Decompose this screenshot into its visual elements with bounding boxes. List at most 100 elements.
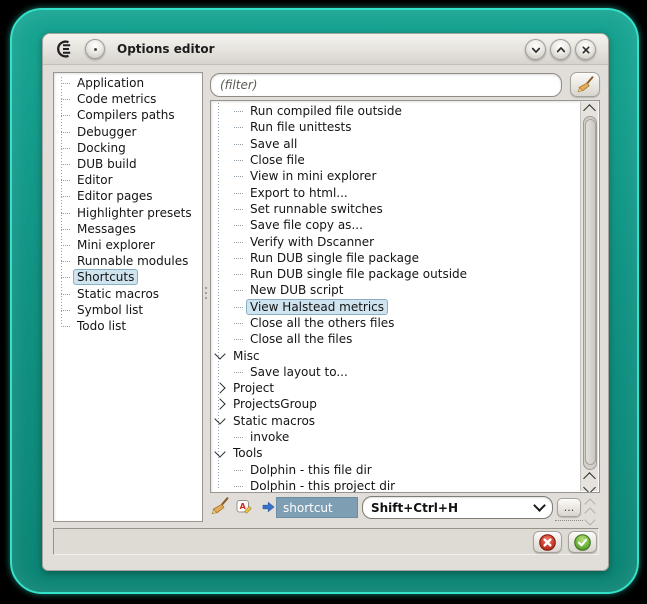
clear-filter-button[interactable] (570, 72, 600, 97)
edit-shortcut-button[interactable]: A (236, 498, 252, 514)
tree-guide-line (61, 77, 62, 329)
window-menu-icon (94, 48, 97, 51)
shortcut-item-label: Save layout to... (246, 364, 352, 380)
shortcut-item-run-dub-single-file-package-outside[interactable]: Run DUB single file package outside (211, 266, 580, 282)
title-bar[interactable]: Options editor (43, 34, 608, 65)
shortcut-item-view-in-mini-explorer[interactable]: View in mini explorer (211, 168, 580, 184)
shortcut-item-verify-with-dscanner[interactable]: Verify with Dscanner (211, 233, 580, 249)
shortcut-item-dolphin-this-project-dir[interactable]: Dolphin - this project dir (211, 478, 580, 493)
sidebar-item-runnable-modules[interactable]: Runnable modules (54, 253, 202, 269)
collapse-chevron-icon[interactable] (214, 414, 225, 425)
sidebar-item-code-metrics[interactable]: Code metrics (54, 91, 202, 107)
splitter-handle[interactable] (203, 282, 208, 304)
shortcut-item-invoke[interactable]: invoke (211, 429, 580, 445)
collapse-chevron-icon[interactable] (214, 446, 225, 457)
roll-down-button[interactable] (525, 39, 546, 60)
status-bar (53, 528, 599, 555)
shortcut-item-run-dub-single-file-package[interactable]: Run DUB single file package (211, 250, 580, 266)
shortcut-group-static-macros[interactable]: Static macros (211, 413, 580, 429)
sidebar-item-messages[interactable]: Messages (54, 221, 202, 237)
sidebar-item-compilers-paths[interactable]: Compilers paths (54, 107, 202, 123)
shortcut-item-label: Set runnable switches (246, 201, 387, 217)
shortcut-item-label: Dolphin - this file dir (246, 462, 376, 478)
options-editor-window: Options editor ApplicationCode metricsCo… (42, 33, 609, 571)
tree-branch-line (234, 289, 243, 291)
shortcut-item-label: Export to html... (246, 185, 352, 201)
red-cross-icon (539, 534, 556, 551)
cancel-button[interactable] (533, 531, 562, 553)
desktop-background: { "window": { "title": "Options editor",… (0, 0, 647, 604)
window-title: Options editor (117, 34, 215, 64)
shortcut-item-export-to-html[interactable]: Export to html... (211, 184, 580, 200)
close-button[interactable] (575, 39, 596, 60)
shortcut-item-label: Close file (246, 152, 309, 168)
shortcut-group-tools[interactable]: Tools (211, 445, 580, 461)
scroll-down-icon[interactable] (583, 481, 596, 493)
sidebar-item-editor[interactable]: Editor (54, 172, 202, 188)
shortcut-item-new-dub-script[interactable]: New DUB script (211, 282, 580, 298)
shortcut-item-label: Misc (229, 348, 264, 364)
shortcut-item-close-all-the-files[interactable]: Close all the files (211, 331, 580, 347)
shortcut-item-label: Run DUB single file package outside (246, 266, 471, 282)
shortcut-item-label: New DUB script (246, 282, 348, 298)
tree-branch-line (234, 485, 243, 487)
sidebar-item-editor-pages[interactable]: Editor pages (54, 188, 202, 204)
sidebar-item-symbol-list[interactable]: Symbol list (54, 302, 202, 318)
shortcut-group-misc[interactable]: Misc (211, 347, 580, 363)
tree-branch-line (234, 159, 243, 161)
scrollbar-thumb[interactable] (585, 119, 596, 465)
shortcut-value-combobox[interactable]: Shift+Ctrl+H (362, 496, 553, 519)
sidebar-item-label: Docking (73, 140, 130, 156)
shortcut-item-save-all[interactable]: Save all (211, 136, 580, 152)
shortcut-item-view-halstead-metrics[interactable]: View Halstead metrics (211, 299, 580, 315)
property-scroll-down-icon (584, 514, 595, 525)
shortcut-item-set-runnable-switches[interactable]: Set runnable switches (211, 201, 580, 217)
expand-chevron-icon[interactable] (214, 399, 225, 410)
scroll-up-icon[interactable] (583, 104, 596, 117)
window-menu-button[interactable] (85, 39, 105, 59)
shortcut-item-close-file[interactable]: Close file (211, 152, 580, 168)
keyboard-key-edit-icon: A (236, 498, 252, 514)
tree-branch-line (61, 309, 70, 311)
clean-shortcut-button[interactable] (211, 497, 229, 515)
shortcut-item-save-file-copy-as[interactable]: Save file copy as... (211, 217, 580, 233)
tree-branch-line (234, 469, 243, 471)
shortcut-item-label: Static macros (229, 413, 319, 429)
sidebar-item-shortcuts[interactable]: Shortcuts (54, 269, 202, 285)
close-icon (580, 44, 592, 56)
tree-branch-line (234, 257, 243, 259)
shortcut-group-projectsgroup[interactable]: ProjectsGroup (211, 396, 580, 412)
tree-branch-line (61, 276, 70, 278)
shortcut-item-save-layout-to[interactable]: Save layout to... (211, 364, 580, 380)
tree-branch-line (234, 241, 243, 243)
scrollbar-track[interactable] (583, 116, 597, 470)
more-options-button[interactable]: ... (557, 498, 581, 517)
sidebar-item-debugger[interactable]: Debugger (54, 124, 202, 140)
tree-branch-line (61, 114, 70, 116)
sidebar-item-static-macros[interactable]: Static macros (54, 285, 202, 301)
sidebar-item-highlighter-presets[interactable]: Highlighter presets (54, 205, 202, 221)
sidebar-item-label: Todo list (73, 318, 130, 334)
shortcut-group-project[interactable]: Project (211, 380, 580, 396)
sidebar-item-mini-explorer[interactable]: Mini explorer (54, 237, 202, 253)
tree-branch-line (61, 325, 70, 327)
property-name-label[interactable]: shortcut (276, 497, 358, 518)
shortcut-item-label: Close all the others files (246, 315, 398, 331)
filter-input[interactable] (210, 73, 562, 97)
sidebar-item-docking[interactable]: Docking (54, 140, 202, 156)
shortcut-item-run-compiled-file-outside[interactable]: Run compiled file outside (211, 103, 580, 119)
shortcut-item-dolphin-this-file-dir[interactable]: Dolphin - this file dir (211, 462, 580, 478)
tree-branch-line (61, 212, 70, 214)
shortcut-item-close-all-the-others-files[interactable]: Close all the others files (211, 315, 580, 331)
tree-branch-line (234, 224, 243, 226)
sidebar-item-application[interactable]: Application (54, 75, 202, 91)
shortcut-item-run-file-unittests[interactable]: Run file unittests (211, 119, 580, 135)
expand-chevron-icon[interactable] (214, 383, 225, 394)
vertical-scrollbar[interactable] (580, 102, 598, 491)
collapse-chevron-icon[interactable] (214, 348, 225, 359)
sidebar-item-dub-build[interactable]: DUB build (54, 156, 202, 172)
accept-button[interactable] (568, 531, 597, 553)
roll-up-button[interactable] (550, 39, 571, 60)
tree-branch-line (234, 322, 243, 324)
sidebar-item-todo-list[interactable]: Todo list (54, 318, 202, 334)
